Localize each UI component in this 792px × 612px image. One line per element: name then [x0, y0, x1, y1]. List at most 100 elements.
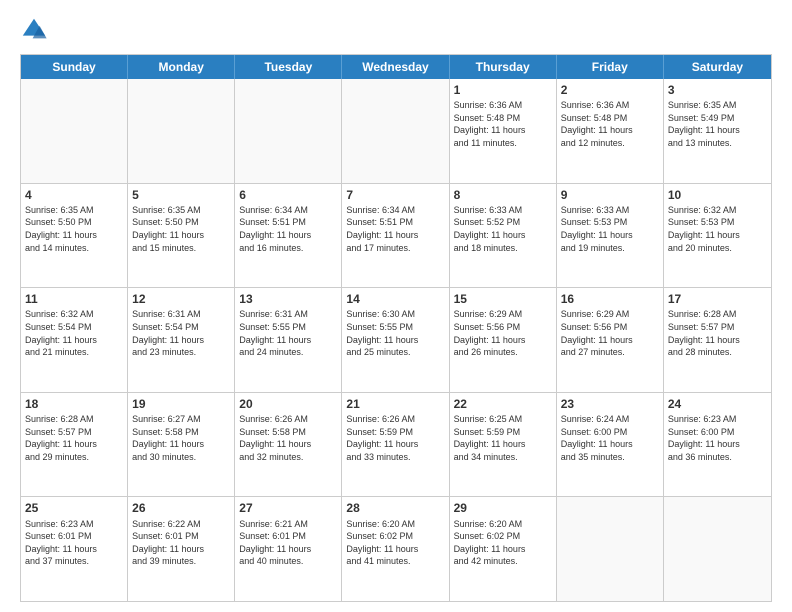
day-cell-16: 16Sunrise: 6:29 AM Sunset: 5:56 PM Dayli…	[557, 288, 664, 392]
day-info: Sunrise: 6:32 AM Sunset: 5:54 PM Dayligh…	[25, 308, 123, 358]
day-cell-10: 10Sunrise: 6:32 AM Sunset: 5:53 PM Dayli…	[664, 184, 771, 288]
day-cell-1: 1Sunrise: 6:36 AM Sunset: 5:48 PM Daylig…	[450, 79, 557, 183]
empty-cell-4-5	[557, 497, 664, 601]
day-info: Sunrise: 6:28 AM Sunset: 5:57 PM Dayligh…	[25, 413, 123, 463]
day-number: 26	[132, 500, 230, 516]
day-cell-13: 13Sunrise: 6:31 AM Sunset: 5:55 PM Dayli…	[235, 288, 342, 392]
page: SundayMondayTuesdayWednesdayThursdayFrid…	[0, 0, 792, 612]
day-header-sunday: Sunday	[21, 55, 128, 79]
day-header-thursday: Thursday	[450, 55, 557, 79]
day-number: 29	[454, 500, 552, 516]
day-cell-5: 5Sunrise: 6:35 AM Sunset: 5:50 PM Daylig…	[128, 184, 235, 288]
day-header-tuesday: Tuesday	[235, 55, 342, 79]
day-cell-29: 29 Sunrise: 6:20 AM Sunset: 6:02 PM Dayli…	[450, 497, 557, 601]
day-info: Sunrise: 6:31 AM Sunset: 5:55 PM Dayligh…	[239, 308, 337, 358]
day-info: Sunrise: 6:35 AM Sunset: 5:50 PM Dayligh…	[25, 204, 123, 254]
empty-cell-0-3	[342, 79, 449, 183]
day-info: Sunrise: 6:35 AM Sunset: 5:50 PM Dayligh…	[132, 204, 230, 254]
empty-cell-0-2	[235, 79, 342, 183]
calendar-row-0: 1Sunrise: 6:36 AM Sunset: 5:48 PM Daylig…	[21, 79, 771, 183]
day-number: 21	[346, 396, 444, 412]
day-cell-17: 17Sunrise: 6:28 AM Sunset: 5:57 PM Dayli…	[664, 288, 771, 392]
day-number: 11	[25, 291, 123, 307]
day-info: Sunrise: 6:29 AM Sunset: 5:56 PM Dayligh…	[454, 308, 552, 358]
calendar-header: SundayMondayTuesdayWednesdayThursdayFrid…	[21, 55, 771, 79]
day-number: 6	[239, 187, 337, 203]
empty-cell-0-0	[21, 79, 128, 183]
header	[20, 16, 772, 44]
day-number: 15	[454, 291, 552, 307]
day-cell-28: 28 Sunrise: 6:20 AM Sunset: 6:02 PM Dayli…	[342, 497, 449, 601]
day-number: 23	[561, 396, 659, 412]
day-number: 20	[239, 396, 337, 412]
day-number: 25	[25, 500, 123, 516]
day-cell-19: 19Sunrise: 6:27 AM Sunset: 5:58 PM Dayli…	[128, 393, 235, 497]
logo	[20, 16, 52, 44]
day-cell-15: 15Sunrise: 6:29 AM Sunset: 5:56 PM Dayli…	[450, 288, 557, 392]
calendar-row-3: 18Sunrise: 6:28 AM Sunset: 5:57 PM Dayli…	[21, 392, 771, 497]
day-cell-18: 18Sunrise: 6:28 AM Sunset: 5:57 PM Dayli…	[21, 393, 128, 497]
calendar-row-2: 11Sunrise: 6:32 AM Sunset: 5:54 PM Dayli…	[21, 287, 771, 392]
day-info: Sunrise: 6:32 AM Sunset: 5:53 PM Dayligh…	[668, 204, 767, 254]
day-info: Sunrise: 6:28 AM Sunset: 5:57 PM Dayligh…	[668, 308, 767, 358]
day-cell-11: 11Sunrise: 6:32 AM Sunset: 5:54 PM Dayli…	[21, 288, 128, 392]
day-info: Sunrise: 6:27 AM Sunset: 5:58 PM Dayligh…	[132, 413, 230, 463]
day-number: 7	[346, 187, 444, 203]
day-number: 28	[346, 500, 444, 516]
day-header-wednesday: Wednesday	[342, 55, 449, 79]
day-info: Sunrise: 6:22 AM Sunset: 6:01 PM Dayligh…	[132, 518, 230, 568]
day-info: Sunrise: 6:24 AM Sunset: 6:00 PM Dayligh…	[561, 413, 659, 463]
day-info: Sunrise: 6:33 AM Sunset: 5:52 PM Dayligh…	[454, 204, 552, 254]
day-info: Sunrise: 6:34 AM Sunset: 5:51 PM Dayligh…	[346, 204, 444, 254]
day-info: Sunrise: 6:20 AM Sunset: 6:02 PM Dayligh…	[454, 518, 552, 568]
day-number: 2	[561, 82, 659, 98]
day-number: 12	[132, 291, 230, 307]
empty-cell-0-1	[128, 79, 235, 183]
calendar-body: 1Sunrise: 6:36 AM Sunset: 5:48 PM Daylig…	[21, 79, 771, 601]
day-info: Sunrise: 6:20 AM Sunset: 6:02 PM Dayligh…	[346, 518, 444, 568]
day-number: 1	[454, 82, 552, 98]
day-cell-4: 4Sunrise: 6:35 AM Sunset: 5:50 PM Daylig…	[21, 184, 128, 288]
day-info: Sunrise: 6:26 AM Sunset: 5:59 PM Dayligh…	[346, 413, 444, 463]
day-header-saturday: Saturday	[664, 55, 771, 79]
empty-cell-4-6	[664, 497, 771, 601]
day-number: 22	[454, 396, 552, 412]
day-number: 8	[454, 187, 552, 203]
day-info: Sunrise: 6:36 AM Sunset: 5:48 PM Dayligh…	[561, 99, 659, 149]
day-info: Sunrise: 6:21 AM Sunset: 6:01 PM Dayligh…	[239, 518, 337, 568]
day-number: 9	[561, 187, 659, 203]
day-cell-27: 27 Sunrise: 6:21 AM Sunset: 6:01 PM Dayli…	[235, 497, 342, 601]
day-number: 19	[132, 396, 230, 412]
day-cell-9: 9Sunrise: 6:33 AM Sunset: 5:53 PM Daylig…	[557, 184, 664, 288]
day-header-friday: Friday	[557, 55, 664, 79]
day-info: Sunrise: 6:33 AM Sunset: 5:53 PM Dayligh…	[561, 204, 659, 254]
day-info: Sunrise: 6:36 AM Sunset: 5:48 PM Dayligh…	[454, 99, 552, 149]
day-number: 10	[668, 187, 767, 203]
calendar-row-1: 4Sunrise: 6:35 AM Sunset: 5:50 PM Daylig…	[21, 183, 771, 288]
day-cell-21: 21Sunrise: 6:26 AM Sunset: 5:59 PM Dayli…	[342, 393, 449, 497]
day-number: 27	[239, 500, 337, 516]
day-cell-23: 23Sunrise: 6:24 AM Sunset: 6:00 PM Dayli…	[557, 393, 664, 497]
day-number: 17	[668, 291, 767, 307]
day-info: Sunrise: 6:23 AM Sunset: 6:00 PM Dayligh…	[668, 413, 767, 463]
day-info: Sunrise: 6:35 AM Sunset: 5:49 PM Dayligh…	[668, 99, 767, 149]
day-cell-6: 6Sunrise: 6:34 AM Sunset: 5:51 PM Daylig…	[235, 184, 342, 288]
day-cell-7: 7Sunrise: 6:34 AM Sunset: 5:51 PM Daylig…	[342, 184, 449, 288]
day-number: 3	[668, 82, 767, 98]
day-cell-2: 2Sunrise: 6:36 AM Sunset: 5:48 PM Daylig…	[557, 79, 664, 183]
day-cell-8: 8Sunrise: 6:33 AM Sunset: 5:52 PM Daylig…	[450, 184, 557, 288]
day-cell-25: 25Sunrise: 6:23 AM Sunset: 6:01 PM Dayli…	[21, 497, 128, 601]
logo-icon	[20, 16, 48, 44]
day-cell-3: 3Sunrise: 6:35 AM Sunset: 5:49 PM Daylig…	[664, 79, 771, 183]
day-info: Sunrise: 6:25 AM Sunset: 5:59 PM Dayligh…	[454, 413, 552, 463]
day-info: Sunrise: 6:26 AM Sunset: 5:58 PM Dayligh…	[239, 413, 337, 463]
day-number: 16	[561, 291, 659, 307]
day-cell-26: 26 Sunrise: 6:22 AM Sunset: 6:01 PM Dayli…	[128, 497, 235, 601]
day-info: Sunrise: 6:31 AM Sunset: 5:54 PM Dayligh…	[132, 308, 230, 358]
day-cell-12: 12Sunrise: 6:31 AM Sunset: 5:54 PM Dayli…	[128, 288, 235, 392]
day-number: 14	[346, 291, 444, 307]
calendar-row-4: 25Sunrise: 6:23 AM Sunset: 6:01 PM Dayli…	[21, 496, 771, 601]
day-header-monday: Monday	[128, 55, 235, 79]
day-info: Sunrise: 6:30 AM Sunset: 5:55 PM Dayligh…	[346, 308, 444, 358]
day-number: 18	[25, 396, 123, 412]
